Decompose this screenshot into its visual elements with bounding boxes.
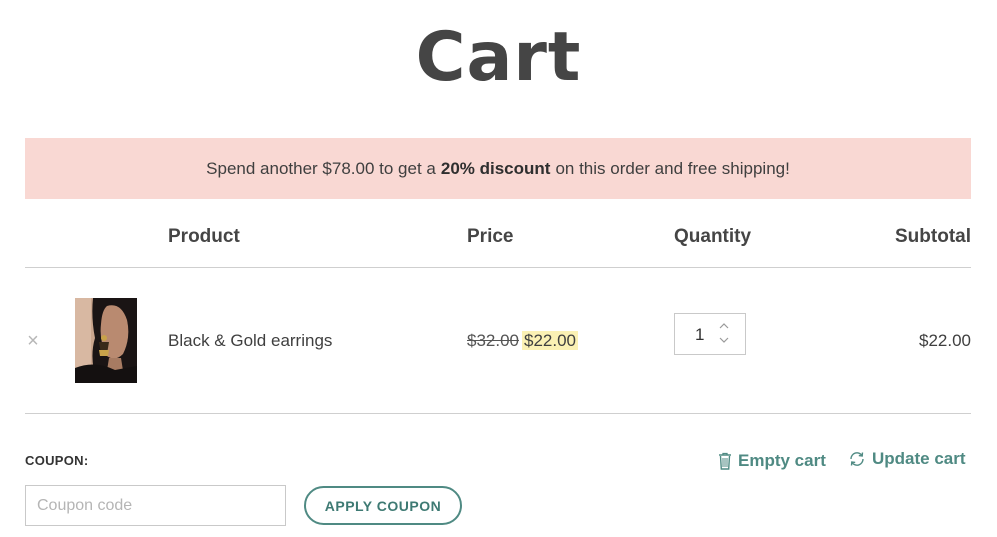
column-header-quantity: Quantity bbox=[674, 226, 752, 247]
chevron-up-icon[interactable] bbox=[717, 320, 731, 332]
coupon-label: COUPON: bbox=[25, 453, 89, 468]
empty-cart-button[interactable]: Empty cart bbox=[718, 451, 826, 471]
table-footer-divider bbox=[25, 413, 971, 414]
original-price: $32.00 bbox=[467, 331, 519, 350]
column-header-price: Price bbox=[467, 226, 514, 247]
row-subtotal: $22.00 bbox=[919, 331, 971, 350]
quantity-value[interactable]: 1 bbox=[695, 325, 704, 345]
update-cart-button[interactable]: Update cart bbox=[848, 449, 966, 469]
sale-price: $22.00 bbox=[522, 331, 578, 350]
product-name-link[interactable]: Black & Gold earrings bbox=[168, 331, 332, 351]
remove-item-button[interactable]: × bbox=[24, 330, 42, 352]
coupon-code-input[interactable] bbox=[25, 485, 286, 526]
column-header-product: Product bbox=[168, 226, 240, 247]
quantity-stepper[interactable]: 1 bbox=[674, 313, 746, 355]
notice-prefix: Spend another $78.00 to get a bbox=[206, 158, 436, 178]
close-icon: × bbox=[27, 330, 39, 352]
empty-cart-label: Empty cart bbox=[738, 451, 826, 470]
update-cart-label: Update cart bbox=[872, 449, 966, 468]
notice-highlight: 20% discount bbox=[440, 158, 551, 178]
table-header-divider bbox=[25, 267, 971, 268]
refresh-icon bbox=[850, 452, 864, 466]
apply-coupon-button[interactable]: APPLY COUPON bbox=[304, 486, 462, 525]
column-header-subtotal: Subtotal bbox=[895, 226, 971, 247]
notice-suffix: on this order and free shipping! bbox=[555, 158, 790, 178]
product-thumbnail[interactable] bbox=[75, 298, 137, 383]
page-title: Cart bbox=[415, 18, 582, 97]
product-price: $32.00 $22.00 bbox=[467, 331, 578, 351]
discount-notice: Spend another $78.00 to get a 20% discou… bbox=[25, 138, 971, 199]
trash-icon bbox=[719, 452, 731, 470]
chevron-down-icon[interactable] bbox=[717, 334, 731, 346]
